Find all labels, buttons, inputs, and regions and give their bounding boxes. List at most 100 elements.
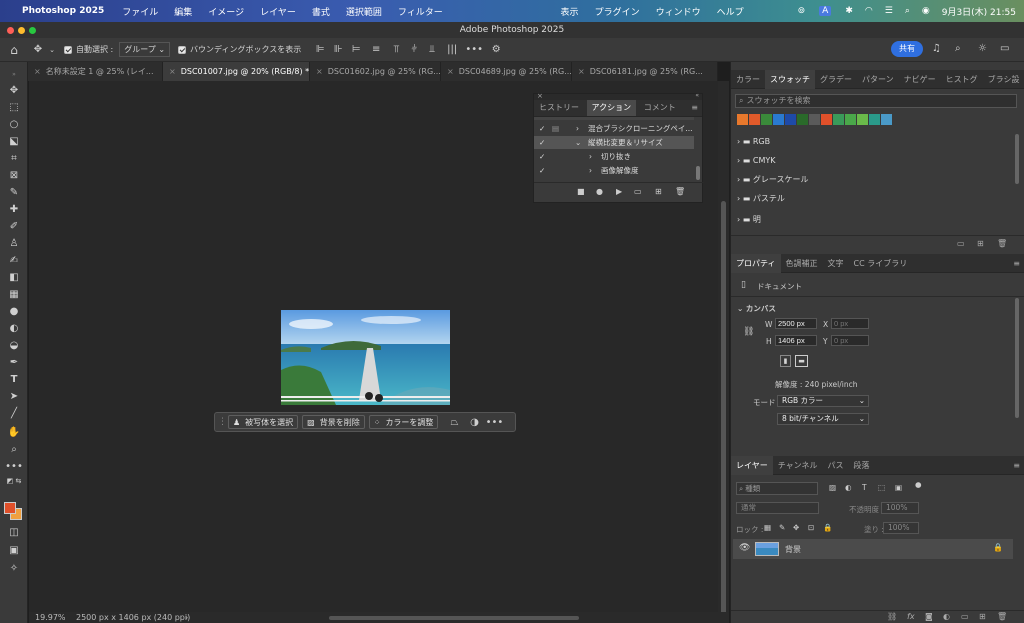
action-set-row[interactable]: ✓ ⌄ 縦横比変更＆リサイズ <box>534 136 694 149</box>
doc-tab-dsc01007[interactable]: × DSC01007.jpg @ 20% (RGB/8) * <box>163 62 310 81</box>
blur-tool-icon[interactable]: ● <box>0 305 28 319</box>
stop-icon[interactable]: ■ <box>577 187 585 196</box>
swatch-folder-cmyk[interactable]: › ▬ CMYK <box>737 151 775 170</box>
bluetooth-icon[interactable]: ✱ <box>839 6 859 16</box>
record-icon[interactable]: ● <box>596 187 603 196</box>
move-tool-icon[interactable]: ✥ <box>28 44 48 55</box>
swatch-search-field[interactable]: ⌕ スウォッチを検索 <box>735 94 1017 108</box>
new-layer-icon[interactable]: ⊞ <box>979 612 986 621</box>
tab-color[interactable]: カラー <box>731 70 765 89</box>
distribute-icon[interactable]: ≡ <box>365 44 387 55</box>
path-select-tool-icon[interactable]: ➤ <box>0 390 28 404</box>
tab-channels[interactable]: チャンネル <box>773 456 823 475</box>
tab-paragraph[interactable]: 段落 <box>849 456 875 475</box>
menu-edit[interactable]: 編集 <box>166 5 200 18</box>
chevron-down-icon[interactable]: ⌄ <box>48 46 56 54</box>
swatch-folder-pastel[interactable]: › ▬ パステル <box>737 189 785 208</box>
doc-tab-dsc06181[interactable]: × DSC06181.jpg @ 25% (RG... <box>572 62 718 81</box>
trash-icon[interactable]: 🗑 <box>997 612 1007 621</box>
close-tab-icon[interactable]: × <box>34 67 41 76</box>
swatch-folder-rgb[interactable]: › ▬ RGB <box>737 132 770 151</box>
doc-tab-dsc04689[interactable]: × DSC04689.jpg @ 25% (RG... <box>441 62 572 81</box>
bell-icon[interactable]: ♫ <box>932 43 941 54</box>
new-group-icon[interactable]: ▭ <box>961 612 969 621</box>
control-center-icon[interactable]: ☰ <box>879 6 899 16</box>
auto-select-dropdown[interactable]: グループ ⌄ <box>119 42 171 57</box>
bbox-checkbox[interactable] <box>178 45 187 54</box>
swatch-folder-light[interactable]: › ▬ 明 <box>737 210 761 229</box>
tab-paths[interactable]: パス <box>823 456 849 475</box>
align-left-icon[interactable]: ⊫ <box>311 44 329 55</box>
input-source-icon[interactable]: A <box>819 6 832 16</box>
lock-position-icon[interactable]: ✥ <box>793 523 799 532</box>
align-hcenter-icon[interactable]: ⊪ <box>329 44 347 55</box>
zoom-tool-icon[interactable]: ⌕ <box>0 443 28 457</box>
foreground-color-swatch[interactable] <box>4 502 16 514</box>
crop-tool-icon[interactable]: ⌗ <box>0 152 28 166</box>
creative-cloud-icon[interactable]: ⊚ <box>792 6 812 16</box>
lock-artboard-icon[interactable]: ⊡ <box>808 523 814 532</box>
canvas-vertical-scrollbar[interactable] <box>718 81 729 621</box>
horizontal-scrollbar[interactable] <box>329 616 579 620</box>
discover-icon[interactable]: ☼ <box>978 43 987 54</box>
color-swatch[interactable] <box>761 114 772 125</box>
adjustment-layer-icon[interactable]: ◐ <box>943 612 950 621</box>
color-swatch[interactable] <box>845 114 856 125</box>
add-mask-icon[interactable]: ◙ <box>925 612 933 621</box>
minimize-window-button[interactable] <box>18 27 25 34</box>
remove-background-button[interactable]: ▨ 背景を削除 <box>302 415 365 429</box>
chevron-right-icon[interactable]: › <box>589 150 592 163</box>
toolbar-collapse-icon[interactable]: » <box>0 68 28 82</box>
panel-menu-icon[interactable]: ≡ <box>1008 254 1024 273</box>
tab-navigator[interactable]: ナビゲー <box>899 70 941 89</box>
clone-stamp-tool-icon[interactable]: ♙ <box>0 237 28 251</box>
menu-window[interactable]: ウィンドウ <box>648 5 709 18</box>
color-swatch[interactable] <box>737 114 748 125</box>
gear-icon[interactable]: ⚙ <box>485 44 507 55</box>
align-bottom-icon[interactable]: ⫫ <box>423 44 441 55</box>
select-subject-button[interactable]: ♟ 被写体を選択 <box>228 415 299 429</box>
filter-pixel-icon[interactable]: ▨ <box>829 483 836 492</box>
mask-icon[interactable]: ⏢ <box>444 417 464 428</box>
object-select-tool-icon[interactable]: ⬕ <box>0 135 28 149</box>
filter-toggle-icon[interactable]: ● <box>915 480 922 489</box>
search-icon[interactable]: ⌕ <box>899 6 916 16</box>
tab-properties[interactable]: プロパティ <box>731 254 781 273</box>
fill-field[interactable]: 100% <box>883 522 919 534</box>
burn-tool-icon[interactable]: ◒ <box>0 339 28 353</box>
panel-menu-icon[interactable]: ≡ <box>691 103 698 112</box>
menu-help[interactable]: ヘルプ <box>709 5 752 18</box>
tab-swatches[interactable]: スウォッチ <box>765 70 815 89</box>
move-tool-icon[interactable]: ✥ <box>0 84 28 98</box>
collapse-panel-icon[interactable]: « <box>695 92 699 99</box>
landscape-icon[interactable]: ▬ <box>795 355 808 367</box>
align-right-icon[interactable]: ⊨ <box>347 44 365 55</box>
visibility-eye-icon[interactable]: 👁 <box>739 543 750 553</box>
color-swatch[interactable] <box>821 114 832 125</box>
link-layers-icon[interactable]: ⛓ <box>887 612 897 621</box>
quick-mask-icon[interactable]: ◫ <box>0 526 28 540</box>
screen-mode-icon[interactable]: ▣ <box>0 544 28 558</box>
width-field[interactable] <box>775 318 817 329</box>
align-vcenter-icon[interactable]: ⫩ <box>405 44 423 55</box>
checkmark-icon[interactable]: ✓ <box>539 150 545 163</box>
filter-type-icon[interactable]: T <box>862 483 867 492</box>
lock-icon[interactable]: 🔒 <box>993 543 1003 552</box>
color-swatch[interactable] <box>797 114 808 125</box>
more-options-icon[interactable]: ••• <box>484 417 504 428</box>
tab-patterns[interactable]: パターン <box>857 70 899 89</box>
color-swatch[interactable] <box>785 114 796 125</box>
adjustment-icon[interactable]: ◑ <box>464 417 484 428</box>
tab-gradients[interactable]: グラデー <box>815 70 857 89</box>
frame-tool-icon[interactable]: ⊠ <box>0 169 28 183</box>
checkmark-icon[interactable]: ✓ <box>539 122 545 135</box>
trash-icon[interactable]: 🗑 <box>997 239 1007 248</box>
chevron-right-icon[interactable]: › <box>185 612 188 623</box>
menu-file[interactable]: ファイル <box>114 5 166 18</box>
menu-filter[interactable]: フィルター <box>390 5 451 18</box>
color-swatch[interactable] <box>833 114 844 125</box>
menu-layer[interactable]: レイヤー <box>252 5 304 18</box>
eyedropper-tool-icon[interactable]: ✎ <box>0 186 28 200</box>
share-button[interactable]: 共有 <box>891 41 923 57</box>
close-window-button[interactable] <box>7 27 14 34</box>
